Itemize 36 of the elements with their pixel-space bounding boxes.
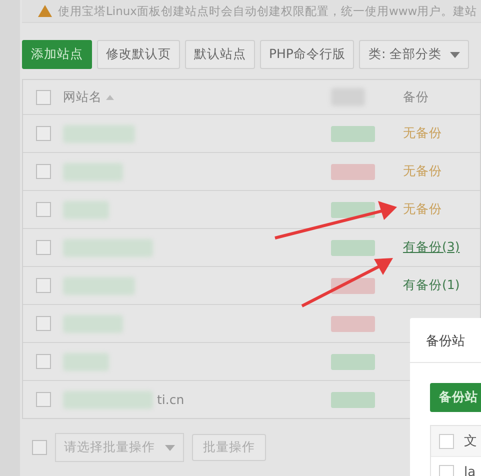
checkbox[interactable] <box>36 164 50 179</box>
backup-status: 无备份 <box>403 163 442 180</box>
warning-icon <box>38 5 52 17</box>
sort-icon[interactable] <box>106 94 114 100</box>
checkbox[interactable] <box>36 126 50 141</box>
toolbar-button[interactable]: PHP命令行版 <box>260 40 354 69</box>
column-header: 文 <box>464 433 477 450</box>
checkbox[interactable] <box>439 464 454 476</box>
caret-icon <box>450 52 460 58</box>
checkbox[interactable] <box>36 240 50 255</box>
caret-icon <box>165 444 175 450</box>
checkbox[interactable] <box>36 278 50 293</box>
checkbox[interactable] <box>439 434 454 448</box>
batch-button[interactable]: 批量操作 <box>192 434 266 461</box>
backup-status: 无备份 <box>403 201 442 218</box>
backup-link[interactable]: 有备份(1) <box>403 277 460 294</box>
backup-status: 无备份 <box>403 125 442 142</box>
batch-select[interactable]: 请选择批量操作 <box>55 433 184 462</box>
checkbox[interactable] <box>36 316 50 331</box>
table-cell: la <box>464 464 476 476</box>
column-header[interactable]: 网站名 <box>63 88 102 106</box>
column-header[interactable]: 备份 <box>403 88 429 106</box>
checkbox[interactable] <box>36 202 50 217</box>
checkbox[interactable] <box>36 392 50 407</box>
notice-text: 使用宝塔Linux面板创建站点时会自动创建权限配置，统一使用www用户。建站 <box>58 4 478 18</box>
checkbox[interactable] <box>36 90 50 104</box>
toolbar-button[interactable]: 修改默认页 <box>97 40 180 69</box>
dialog-title: 备份站 <box>410 318 481 363</box>
toolbar-button[interactable]: 添加站点 <box>22 40 92 69</box>
checkbox[interactable] <box>32 440 47 455</box>
backup-link[interactable]: 有备份(3) <box>403 239 460 256</box>
checkbox[interactable] <box>36 354 50 369</box>
category-dropdown[interactable]: 类: 全部分类 <box>359 40 469 69</box>
site-name[interactable]: ti.cn <box>157 392 184 407</box>
toolbar-button[interactable]: 默认站点 <box>185 40 255 69</box>
backup-button[interactable]: 备份站 <box>430 383 481 412</box>
